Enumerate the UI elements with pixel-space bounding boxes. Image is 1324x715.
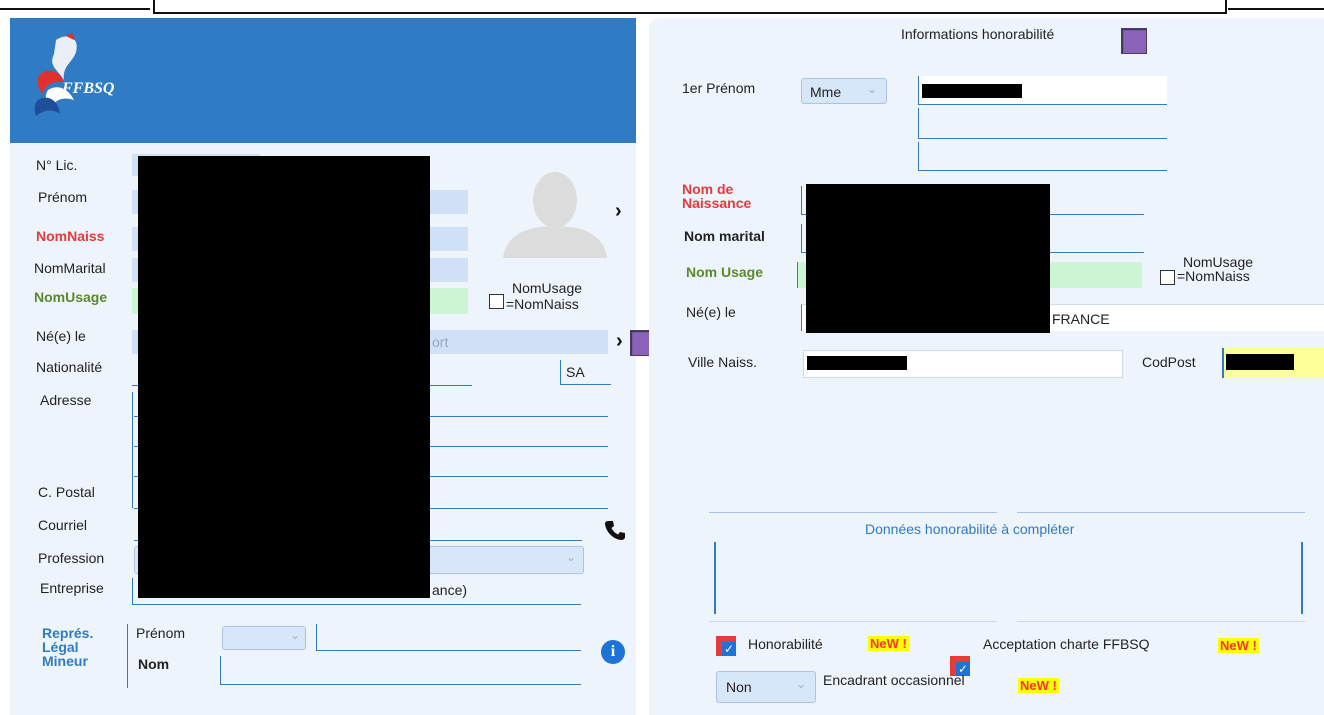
honorabilite-label: Honorabilité — [748, 636, 823, 652]
nationalite-label: Nationalité — [36, 359, 103, 375]
donnees-top-border-right — [1017, 512, 1305, 513]
donnees-top-border-left — [709, 512, 997, 513]
repres-title-1: Représ. — [42, 625, 94, 641]
adresse-label: Adresse — [40, 392, 92, 408]
encadrant-value: Non — [726, 679, 752, 695]
ffbsq-logo — [18, 30, 128, 120]
repres-prenom-input[interactable] — [316, 624, 581, 651]
chevron-down-icon-3: ⌄ — [867, 82, 878, 96]
encadrant-label: Encadrant occasionnel — [823, 672, 965, 688]
logo-text: FFBSQ — [62, 80, 115, 97]
ne-le-label: Né(e) le — [36, 328, 86, 344]
honorabilite-toggle-button[interactable] — [1121, 28, 1147, 54]
nomusage-check-label-1: NomUsage — [512, 280, 583, 296]
nomusage-nomnaiss-checkbox[interactable] — [489, 294, 504, 309]
donnees-bottom-border-right — [1017, 621, 1305, 622]
repres-divider — [127, 624, 128, 688]
nommarital-label: NomMarital — [34, 260, 106, 276]
redacted-block — [138, 156, 430, 598]
nom-naissance-label-2: Naissance — [682, 195, 752, 211]
lic-label: N° Lic. — [36, 157, 78, 173]
checkmark-icon: ✓ — [722, 642, 736, 656]
nom-marital-label: Nom marital — [684, 228, 765, 244]
chevron-down-icon: ⌄ — [566, 550, 577, 564]
donnees-bottom-border-left — [709, 621, 997, 622]
top-frame-box — [153, 0, 1227, 14]
repres-nom-label: Nom — [138, 656, 170, 672]
nomnaiss-label: NomNaiss — [36, 228, 105, 244]
phone-svg-icon — [605, 521, 625, 540]
ne-le-country: FRANCE — [1052, 311, 1110, 327]
chevron-down-icon-4: ⌄ — [796, 677, 807, 691]
nom-naissance-label: Nom de Naissance — [682, 182, 751, 210]
charte-label: Acceptation charte FFBSQ — [983, 636, 1150, 652]
adresse-border — [132, 392, 133, 508]
chevron-down-icon-2: ⌄ — [290, 628, 301, 642]
redacted-codpost — [1226, 354, 1294, 370]
nomusage-check-label-right-2: =NomNaiss — [1177, 268, 1250, 284]
repres-nom-input[interactable] — [220, 656, 581, 685]
nomusage-label: NomUsage — [34, 289, 108, 305]
prenom2-input[interactable] — [918, 108, 1167, 139]
ville-naiss-label: Ville Naiss. — [688, 354, 757, 370]
redacted-block-right — [806, 184, 1050, 333]
new-badge-2: NeW ! — [1218, 638, 1259, 653]
prenom3-input[interactable] — [918, 142, 1167, 171]
donnees-title: Données honorabilité à compléter — [865, 521, 1075, 537]
nom-usage-label: Nom Usage — [686, 264, 764, 280]
chevron-right-icon-2[interactable]: › — [616, 330, 623, 353]
top-frame-left — [0, 8, 150, 10]
ne-le-tail: ort — [432, 334, 449, 350]
nomusage-check-label-2: =NomNaiss — [506, 296, 579, 312]
chevron-right-icon[interactable]: › — [615, 200, 622, 223]
nationalite-code: SA — [566, 364, 585, 380]
profession-label: Profession — [38, 550, 105, 566]
repres-title-3: Mineur — [42, 653, 88, 669]
donnees-textarea[interactable] — [716, 542, 1301, 614]
honorabilite-header: Informations honorabilité — [901, 26, 1055, 42]
ne-le-label-right: Né(e) le — [686, 304, 736, 320]
codpost-label: CodPost — [1142, 354, 1196, 370]
civilite-value: Mme — [810, 84, 842, 100]
honorabilite-checkbox[interactable]: ✓ — [716, 636, 736, 656]
new-badge-1: NeW ! — [868, 636, 909, 651]
avatar — [498, 168, 608, 258]
redacted-ville — [807, 356, 907, 370]
entreprise-tail: ance) — [432, 582, 468, 598]
phone-icon[interactable] — [603, 518, 627, 545]
entreprise-label: Entreprise — [40, 580, 104, 596]
repres-title: Représ. Légal Mineur — [42, 626, 93, 668]
repres-title-2: Légal — [42, 639, 79, 655]
prenom-label-right: 1er Prénom — [682, 80, 756, 96]
donnees-right-border — [1301, 542, 1303, 614]
user-silhouette-icon — [503, 172, 607, 258]
repres-prenom-label: Prénom — [136, 625, 186, 641]
info-icon[interactable]: i — [601, 640, 625, 664]
new-badge-3: NeW ! — [1018, 678, 1059, 693]
redacted-prenom1 — [922, 84, 1022, 98]
prenom-label: Prénom — [38, 189, 88, 205]
cpostal-label: C. Postal — [38, 484, 95, 500]
courriel-label: Courriel — [38, 517, 88, 533]
nom-naissance-label-1: Nom de — [682, 181, 734, 197]
top-frame-right — [1228, 8, 1324, 10]
rooster-logo-icon — [34, 33, 77, 116]
nomusage-nomnaiss-checkbox-right[interactable] — [1160, 270, 1175, 285]
